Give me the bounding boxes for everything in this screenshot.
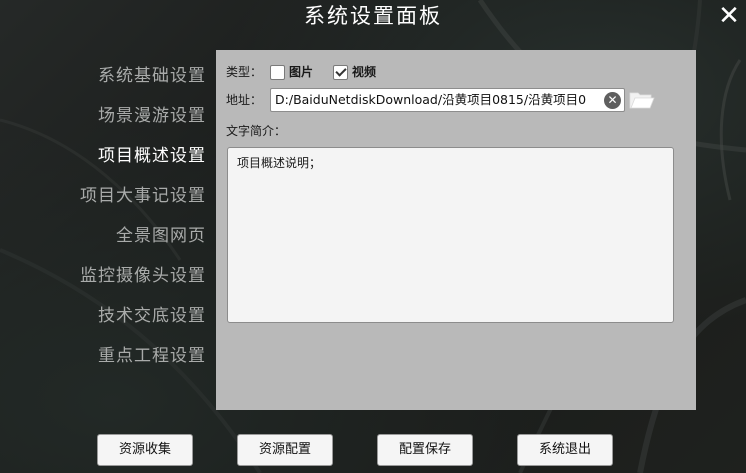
exit-system-button[interactable]: 系统退出	[517, 434, 613, 466]
collect-resources-button[interactable]: 资源收集	[97, 434, 193, 466]
nav-item-project-overview[interactable]: 项目概述设置	[6, 138, 206, 178]
configure-resources-button[interactable]: 资源配置	[237, 434, 333, 466]
address-label: 地址：	[226, 93, 263, 107]
settings-panel: 类型： 图片 视频 地址： D:/BaiduNetdiskDownload/沿黄…	[216, 50, 696, 410]
nav-item-project-milestones[interactable]: 项目大事记设置	[6, 178, 206, 218]
video-option-label: 视频	[352, 65, 377, 79]
close-icon[interactable]: ✕	[716, 3, 742, 29]
type-option-image[interactable]: 图片	[270, 62, 313, 82]
clear-icon[interactable]: ✕	[604, 92, 622, 109]
folder-open-icon[interactable]	[629, 90, 655, 110]
video-checkbox[interactable]	[333, 64, 349, 80]
save-config-button[interactable]: 配置保存	[377, 434, 473, 466]
image-option-label: 图片	[289, 65, 314, 79]
type-option-video[interactable]: 视频	[333, 62, 376, 82]
address-row: 地址： D:/BaiduNetdiskDownload/沿黄项目0815/沿黄项…	[226, 88, 655, 112]
window-title: 系统设置面板	[304, 4, 442, 28]
type-label: 类型：	[226, 65, 263, 79]
nav-item-technical-briefing[interactable]: 技术交底设置	[6, 298, 206, 338]
description-label: 文字简介：	[226, 124, 287, 138]
address-input[interactable]: D:/BaiduNetdiskDownload/沿黄项目0815/沿黄项目0 ✕	[270, 88, 626, 112]
nav-item-key-projects[interactable]: 重点工程设置	[6, 338, 206, 378]
settings-nav: 系统基础设置 场景漫游设置 项目概述设置 项目大事记设置 全景图网页 监控摄像头…	[6, 58, 206, 378]
description-textarea[interactable]: 项目概述说明；	[227, 147, 674, 323]
nav-item-panorama-webpage[interactable]: 全景图网页	[6, 218, 206, 258]
nav-item-camera-settings[interactable]: 监控摄像头设置	[6, 258, 206, 298]
address-value: D:/BaiduNetdiskDownload/沿黄项目0815/沿黄项目0	[275, 92, 587, 107]
nav-item-scene-roaming[interactable]: 场景漫游设置	[6, 98, 206, 138]
image-checkbox[interactable]	[270, 64, 286, 80]
type-row: 类型： 图片 视频	[226, 62, 376, 82]
nav-item-system-basic[interactable]: 系统基础设置	[6, 58, 206, 98]
